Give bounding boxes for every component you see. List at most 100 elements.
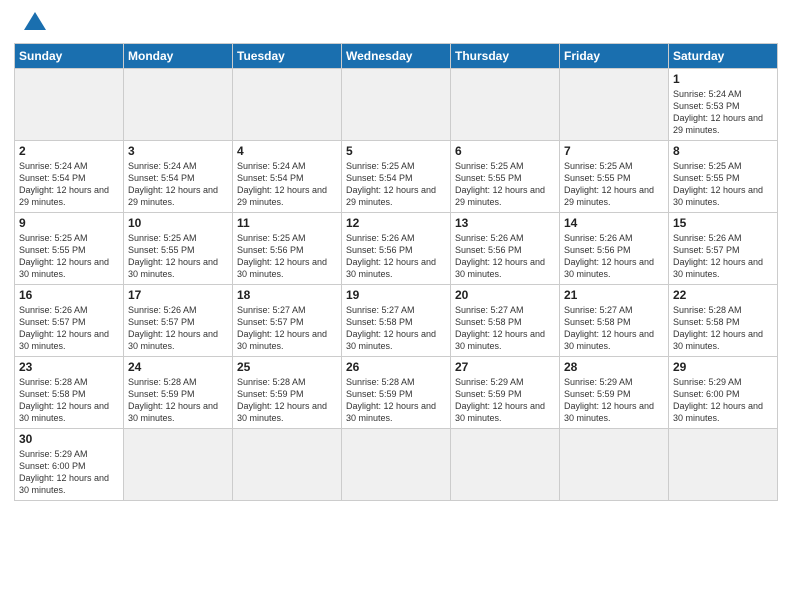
day-info: Sunrise: 5:25 AMSunset: 5:55 PMDaylight:… — [673, 160, 773, 209]
column-header-tuesday: Tuesday — [233, 44, 342, 69]
day-number: 12 — [346, 216, 446, 230]
day-info: Sunrise: 5:26 AMSunset: 5:57 PMDaylight:… — [128, 304, 228, 353]
column-header-saturday: Saturday — [669, 44, 778, 69]
calendar-day-cell — [342, 69, 451, 141]
day-info: Sunrise: 5:29 AMSunset: 5:59 PMDaylight:… — [564, 376, 664, 425]
day-number: 6 — [455, 144, 555, 158]
calendar-day-cell: 18 Sunrise: 5:27 AMSunset: 5:57 PMDayligh… — [233, 285, 342, 357]
calendar-day-cell: 8 Sunrise: 5:25 AMSunset: 5:55 PMDaylight… — [669, 141, 778, 213]
day-number: 20 — [455, 288, 555, 302]
calendar-day-cell: 5 Sunrise: 5:25 AMSunset: 5:54 PMDaylight… — [342, 141, 451, 213]
day-info: Sunrise: 5:26 AMSunset: 5:57 PMDaylight:… — [19, 304, 119, 353]
day-info: Sunrise: 5:24 AMSunset: 5:54 PMDaylight:… — [19, 160, 119, 209]
day-number: 15 — [673, 216, 773, 230]
day-number: 21 — [564, 288, 664, 302]
calendar-day-cell — [342, 429, 451, 501]
calendar-day-cell: 3 Sunrise: 5:24 AMSunset: 5:54 PMDaylight… — [124, 141, 233, 213]
day-info: Sunrise: 5:25 AMSunset: 5:54 PMDaylight:… — [346, 160, 446, 209]
calendar-day-cell — [124, 429, 233, 501]
day-info: Sunrise: 5:24 AMSunset: 5:54 PMDaylight:… — [128, 160, 228, 209]
calendar-day-cell: 13 Sunrise: 5:26 AMSunset: 5:56 PMDayligh… — [451, 213, 560, 285]
day-info: Sunrise: 5:28 AMSunset: 5:58 PMDaylight:… — [673, 304, 773, 353]
column-header-monday: Monday — [124, 44, 233, 69]
calendar-day-cell — [451, 429, 560, 501]
calendar-day-cell: 23Sunrise: 5:28 AMSunset: 5:58 PMDayligh… — [15, 357, 124, 429]
calendar-day-cell: 11Sunrise: 5:25 AMSunset: 5:56 PMDayligh… — [233, 213, 342, 285]
day-info: Sunrise: 5:28 AMSunset: 5:59 PMDaylight:… — [237, 376, 337, 425]
calendar-day-cell: 6Sunrise: 5:25 AMSunset: 5:55 PMDaylight… — [451, 141, 560, 213]
day-info: Sunrise: 5:27 AMSunset: 5:57 PMDaylight:… — [237, 304, 337, 353]
day-number: 29 — [673, 360, 773, 374]
day-info: Sunrise: 5:24 AMSunset: 5:53 PMDaylight:… — [673, 88, 773, 137]
calendar-day-cell: 22Sunrise: 5:28 AMSunset: 5:58 PMDayligh… — [669, 285, 778, 357]
calendar-week-row: 9 Sunrise: 5:25 AMSunset: 5:55 PMDaylight… — [15, 213, 778, 285]
calendar-day-cell: 4 Sunrise: 5:24 AMSunset: 5:54 PMDaylight… — [233, 141, 342, 213]
day-info: Sunrise: 5:24 AMSunset: 5:54 PMDaylight:… — [237, 160, 337, 209]
page: SundayMondayTuesdayWednesdayThursdayFrid… — [0, 0, 792, 612]
day-number: 8 — [673, 144, 773, 158]
calendar-day-cell — [669, 429, 778, 501]
day-info: Sunrise: 5:28 AMSunset: 5:59 PMDaylight:… — [346, 376, 446, 425]
day-number: 7 — [564, 144, 664, 158]
logo-box — [14, 10, 46, 37]
calendar-week-row: 1 Sunrise: 5:24 AMSunset: 5:53 PMDaylight… — [15, 69, 778, 141]
calendar-day-cell: 7 Sunrise: 5:25 AMSunset: 5:55 PMDaylight… — [560, 141, 669, 213]
day-number: 24 — [128, 360, 228, 374]
day-number: 28 — [564, 360, 664, 374]
calendar-day-cell — [233, 69, 342, 141]
calendar-day-cell: 24 Sunrise: 5:28 AMSunset: 5:59 PMDayligh… — [124, 357, 233, 429]
calendar-day-cell: 25 Sunrise: 5:28 AMSunset: 5:59 PMDayligh… — [233, 357, 342, 429]
calendar-day-cell: 9 Sunrise: 5:25 AMSunset: 5:55 PMDaylight… — [15, 213, 124, 285]
day-info: Sunrise: 5:26 AMSunset: 5:56 PMDaylight:… — [564, 232, 664, 281]
day-info: Sunrise: 5:29 AMSunset: 6:00 PMDaylight:… — [19, 448, 119, 497]
calendar-week-row: 23Sunrise: 5:28 AMSunset: 5:58 PMDayligh… — [15, 357, 778, 429]
day-number: 25 — [237, 360, 337, 374]
day-info: Sunrise: 5:26 AMSunset: 5:56 PMDaylight:… — [346, 232, 446, 281]
calendar-day-cell: 17 Sunrise: 5:26 AMSunset: 5:57 PMDayligh… — [124, 285, 233, 357]
day-info: Sunrise: 5:25 AMSunset: 5:56 PMDaylight:… — [237, 232, 337, 281]
calendar-day-cell: 28 Sunrise: 5:29 AMSunset: 5:59 PMDayligh… — [560, 357, 669, 429]
day-number: 1 — [673, 72, 773, 86]
day-info: Sunrise: 5:28 AMSunset: 5:59 PMDaylight:… — [128, 376, 228, 425]
day-number: 17 — [128, 288, 228, 302]
day-number: 13 — [455, 216, 555, 230]
calendar-day-cell: 19 Sunrise: 5:27 AMSunset: 5:58 PMDayligh… — [342, 285, 451, 357]
header — [14, 10, 778, 37]
calendar-day-cell: 15Sunrise: 5:26 AMSunset: 5:57 PMDayligh… — [669, 213, 778, 285]
calendar-day-cell: 14Sunrise: 5:26 AMSunset: 5:56 PMDayligh… — [560, 213, 669, 285]
calendar-day-cell — [560, 429, 669, 501]
calendar-day-cell: 21Sunrise: 5:27 AMSunset: 5:58 PMDayligh… — [560, 285, 669, 357]
day-info: Sunrise: 5:25 AMSunset: 5:55 PMDaylight:… — [128, 232, 228, 281]
day-number: 4 — [237, 144, 337, 158]
calendar-day-cell: 2Sunrise: 5:24 AMSunset: 5:54 PMDaylight… — [15, 141, 124, 213]
day-info: Sunrise: 5:27 AMSunset: 5:58 PMDaylight:… — [455, 304, 555, 353]
calendar-day-cell: 26 Sunrise: 5:28 AMSunset: 5:59 PMDayligh… — [342, 357, 451, 429]
calendar-day-cell — [233, 429, 342, 501]
calendar-day-cell: 27Sunrise: 5:29 AMSunset: 5:59 PMDayligh… — [451, 357, 560, 429]
calendar-day-cell — [15, 69, 124, 141]
day-info: Sunrise: 5:25 AMSunset: 5:55 PMDaylight:… — [564, 160, 664, 209]
day-number: 27 — [455, 360, 555, 374]
day-number: 5 — [346, 144, 446, 158]
day-info: Sunrise: 5:25 AMSunset: 5:55 PMDaylight:… — [19, 232, 119, 281]
day-number: 26 — [346, 360, 446, 374]
day-number: 3 — [128, 144, 228, 158]
logo-area — [14, 10, 46, 37]
day-info: Sunrise: 5:29 AMSunset: 6:00 PMDaylight:… — [673, 376, 773, 425]
calendar-day-cell: 12 Sunrise: 5:26 AMSunset: 5:56 PMDayligh… — [342, 213, 451, 285]
calendar-week-row: 30Sunrise: 5:29 AMSunset: 6:00 PMDayligh… — [15, 429, 778, 501]
calendar-day-cell: 30Sunrise: 5:29 AMSunset: 6:00 PMDayligh… — [15, 429, 124, 501]
calendar-day-cell — [451, 69, 560, 141]
calendar-day-cell: 20 Sunrise: 5:27 AMSunset: 5:58 PMDayligh… — [451, 285, 560, 357]
calendar-day-cell: 16 Sunrise: 5:26 AMSunset: 5:57 PMDayligh… — [15, 285, 124, 357]
day-info: Sunrise: 5:26 AMSunset: 5:56 PMDaylight:… — [455, 232, 555, 281]
day-number: 19 — [346, 288, 446, 302]
calendar-day-cell: 1 Sunrise: 5:24 AMSunset: 5:53 PMDaylight… — [669, 69, 778, 141]
calendar-day-cell: 10Sunrise: 5:25 AMSunset: 5:55 PMDayligh… — [124, 213, 233, 285]
day-number: 18 — [237, 288, 337, 302]
day-number: 9 — [19, 216, 119, 230]
calendar-week-row: 16 Sunrise: 5:26 AMSunset: 5:57 PMDayligh… — [15, 285, 778, 357]
day-number: 16 — [19, 288, 119, 302]
column-header-sunday: Sunday — [15, 44, 124, 69]
day-info: Sunrise: 5:27 AMSunset: 5:58 PMDaylight:… — [346, 304, 446, 353]
